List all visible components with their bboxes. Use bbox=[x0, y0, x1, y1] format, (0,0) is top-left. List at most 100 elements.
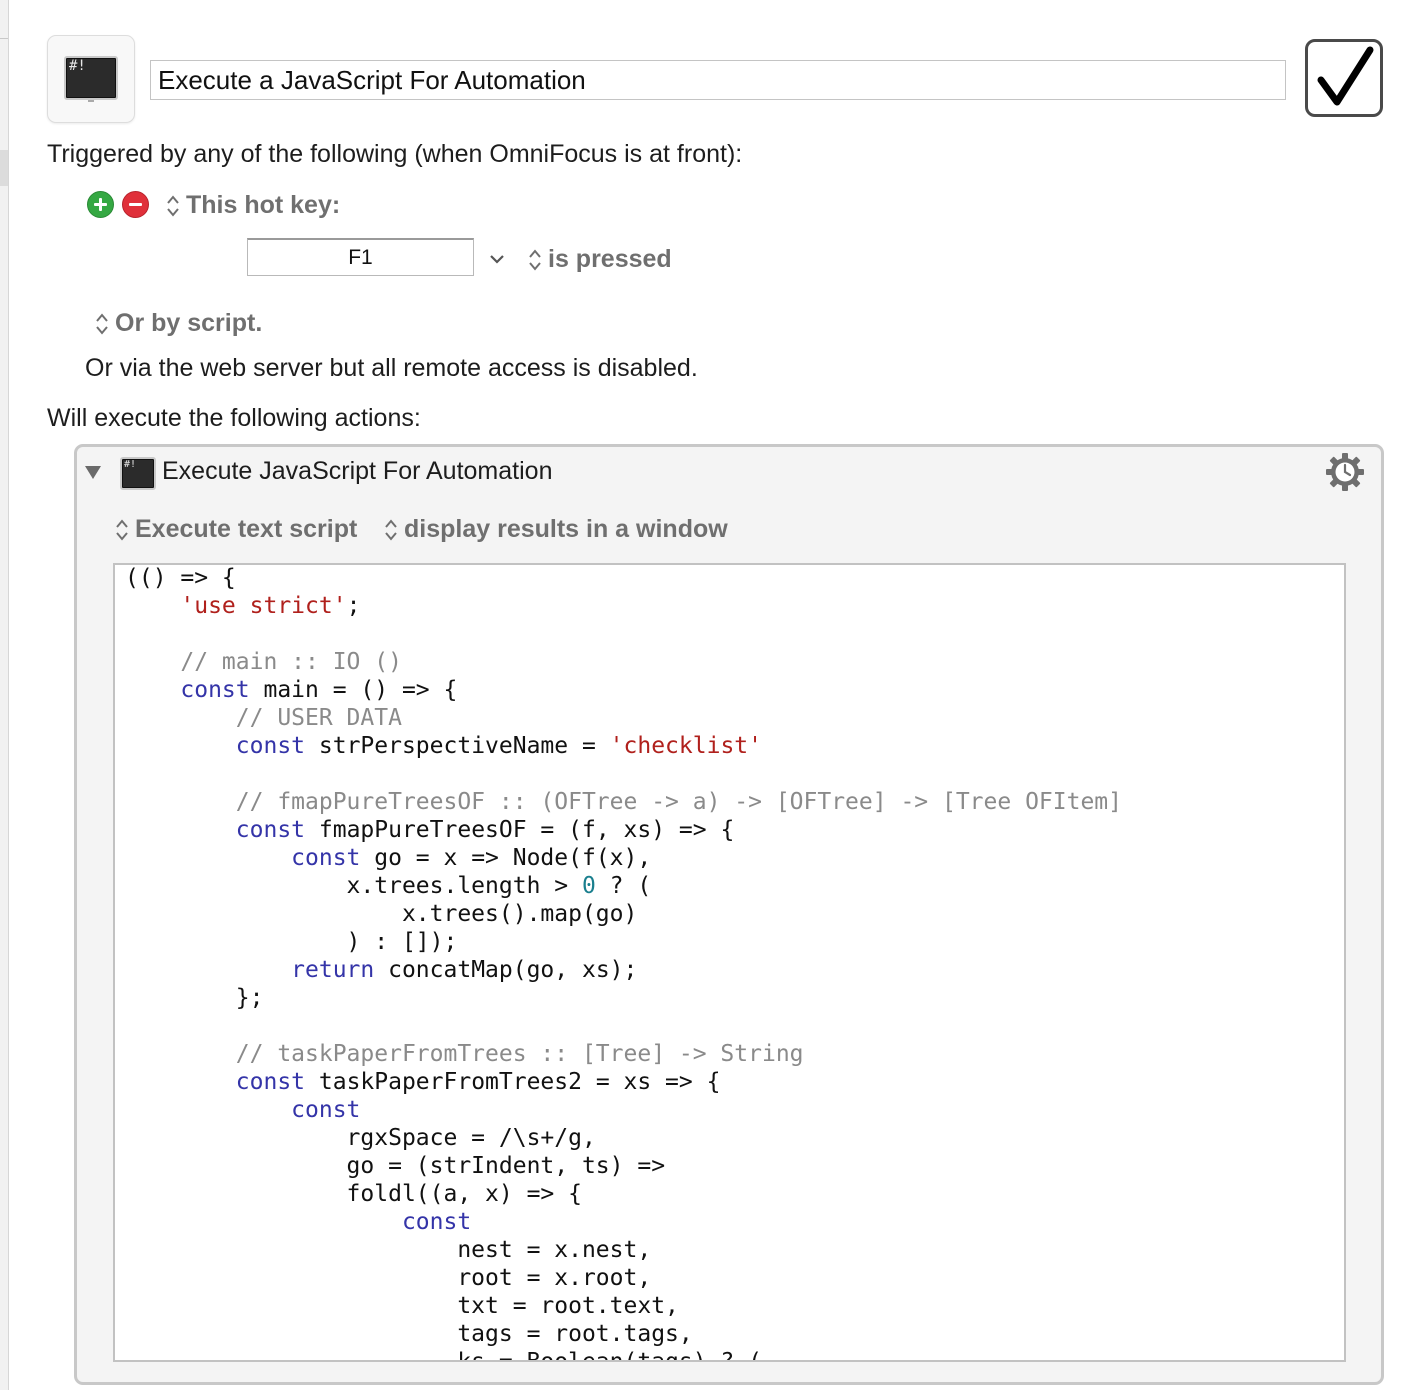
code-line: }; bbox=[125, 984, 1344, 1012]
up-down-chevron-icon bbox=[385, 519, 397, 541]
code-line: return concatMap(go, xs); bbox=[125, 956, 1344, 984]
code-token: 0 bbox=[581, 873, 596, 899]
up-down-chevron-icon bbox=[529, 249, 541, 271]
code-token: const bbox=[291, 845, 361, 871]
code-token: nest = x.nest, bbox=[125, 1237, 652, 1263]
code-line: const main = () => { bbox=[125, 676, 1344, 704]
code-token: ) : []); bbox=[125, 929, 458, 955]
script-code[interactable]: (() => { 'use strict'; // main :: IO () … bbox=[115, 565, 1344, 1362]
triggers-heading: Triggered by any of the following (when … bbox=[47, 140, 743, 168]
code-token: strPerspectiveName = bbox=[305, 733, 610, 759]
code-token: const bbox=[235, 733, 306, 759]
code-line: const strPerspectiveName = 'checklist' bbox=[125, 732, 1344, 760]
window-left-edge bbox=[0, 0, 9, 1390]
code-line: ) : []); bbox=[125, 928, 1344, 956]
script-source-label: Execute text script bbox=[135, 515, 358, 543]
chevron-down-icon[interactable] bbox=[488, 250, 506, 268]
code-line: // taskPaperFromTrees :: [Tree] -> Strin… bbox=[125, 1040, 1344, 1068]
edge-scroll-nub[interactable] bbox=[0, 150, 8, 186]
code-token: go = x => Node(f(x), bbox=[360, 845, 652, 871]
code-token: // USER DATA bbox=[125, 705, 402, 731]
script-trigger-label: Or by script. bbox=[115, 309, 263, 337]
edge-divider bbox=[0, 38, 8, 39]
terminal-stand bbox=[88, 100, 94, 102]
code-line: txt = root.text, bbox=[125, 1292, 1344, 1320]
code-line: x.trees.length > 0 ? ( bbox=[125, 872, 1344, 900]
code-line: const go = x => Node(f(x), bbox=[125, 844, 1344, 872]
code-line: ks = Boolean(tags) ? ( bbox=[125, 1348, 1344, 1362]
code-token: tags = root.tags, bbox=[125, 1321, 693, 1347]
code-token: const bbox=[291, 1097, 361, 1123]
macro-enabled-checkbox[interactable] bbox=[1305, 39, 1383, 117]
code-line: const bbox=[125, 1096, 1344, 1124]
code-line: root = x.root, bbox=[125, 1264, 1344, 1292]
code-token: rgxSpace = /\s+/g, bbox=[125, 1125, 596, 1151]
code-token: // fmapPureTreesOF :: (OFTree -> a) -> [… bbox=[125, 789, 1122, 815]
code-token: const bbox=[235, 817, 306, 843]
up-down-chevron-icon bbox=[116, 519, 128, 541]
code-line: // USER DATA bbox=[125, 704, 1344, 732]
code-token: x.trees.length > bbox=[125, 873, 582, 899]
code-token: return bbox=[291, 957, 375, 983]
code-line: (() => { bbox=[125, 565, 1344, 592]
remove-trigger-button[interactable] bbox=[122, 191, 149, 218]
actions-heading: Will execute the following actions: bbox=[47, 404, 421, 432]
hotkey-condition-label: is pressed bbox=[548, 245, 672, 273]
terminal-icon: #! bbox=[120, 457, 156, 490]
code-line: foldl((a, x) => { bbox=[125, 1180, 1344, 1208]
code-token: ks = Boolean(tags) ? ( bbox=[125, 1349, 762, 1362]
code-token: const bbox=[235, 1069, 306, 1095]
code-token: taskPaperFromTrees2 = xs => { bbox=[305, 1069, 721, 1095]
code-token: ? ( bbox=[595, 873, 652, 899]
code-token: (() => { bbox=[125, 565, 236, 591]
hotkey-condition-popup[interactable]: is pressed bbox=[528, 245, 672, 274]
script-editor[interactable]: (() => { 'use strict'; // main :: IO () … bbox=[113, 563, 1346, 1362]
script-trigger-popup[interactable]: Or by script. bbox=[95, 309, 262, 338]
terminal-icon: #! bbox=[64, 56, 118, 100]
results-output-label: display results in a window bbox=[404, 515, 728, 543]
macro-icon-well[interactable]: #! bbox=[47, 35, 135, 123]
add-trigger-button[interactable] bbox=[87, 191, 114, 218]
code-token: 'use strict' bbox=[180, 593, 347, 619]
code-token: root = x.root, bbox=[125, 1265, 652, 1291]
code-line: go = (strIndent, ts) => bbox=[125, 1152, 1344, 1180]
up-down-chevron-icon bbox=[96, 313, 108, 335]
code-token: }; bbox=[125, 985, 264, 1011]
code-token: // main :: IO () bbox=[125, 649, 402, 675]
code-token: ; bbox=[346, 593, 361, 619]
macro-name-field[interactable]: Execute a JavaScript For Automation bbox=[150, 60, 1286, 100]
code-token: // taskPaperFromTrees :: [Tree] -> Strin… bbox=[125, 1041, 804, 1067]
code-token: const bbox=[401, 1209, 472, 1235]
code-token: 'checklist' bbox=[609, 733, 762, 759]
results-output-popup[interactable]: display results in a window bbox=[384, 515, 728, 544]
shebang-text: #! bbox=[69, 58, 86, 74]
code-line: nest = x.nest, bbox=[125, 1236, 1344, 1264]
action-shebang-text: #! bbox=[124, 459, 137, 470]
code-token: main = () => { bbox=[249, 677, 458, 703]
code-token: const bbox=[180, 677, 250, 703]
hotkey-field[interactable]: F1 bbox=[247, 238, 474, 276]
disclosure-triangle-icon[interactable] bbox=[84, 464, 102, 480]
script-source-popup[interactable]: Execute text script bbox=[115, 515, 357, 544]
code-token: fmapPureTreesOF = (f, xs) => { bbox=[305, 817, 735, 843]
trigger-type-popup[interactable]: This hot key: bbox=[166, 191, 340, 220]
code-line: // fmapPureTreesOF :: (OFTree -> a) -> [… bbox=[125, 788, 1344, 816]
checkmark-icon bbox=[1317, 46, 1374, 106]
action-title: Execute JavaScript For Automation bbox=[162, 457, 553, 485]
code-token: foldl((a, x) => { bbox=[125, 1181, 582, 1207]
web-server-note: Or via the web server but all remote acc… bbox=[85, 354, 698, 382]
gear-clock-icon[interactable] bbox=[1325, 452, 1365, 492]
code-line: // main :: IO () bbox=[125, 648, 1344, 676]
code-token: go = (strIndent, ts) => bbox=[125, 1153, 666, 1179]
code-line: const taskPaperFromTrees2 = xs => { bbox=[125, 1068, 1344, 1096]
code-token: txt = root.text, bbox=[125, 1293, 679, 1319]
